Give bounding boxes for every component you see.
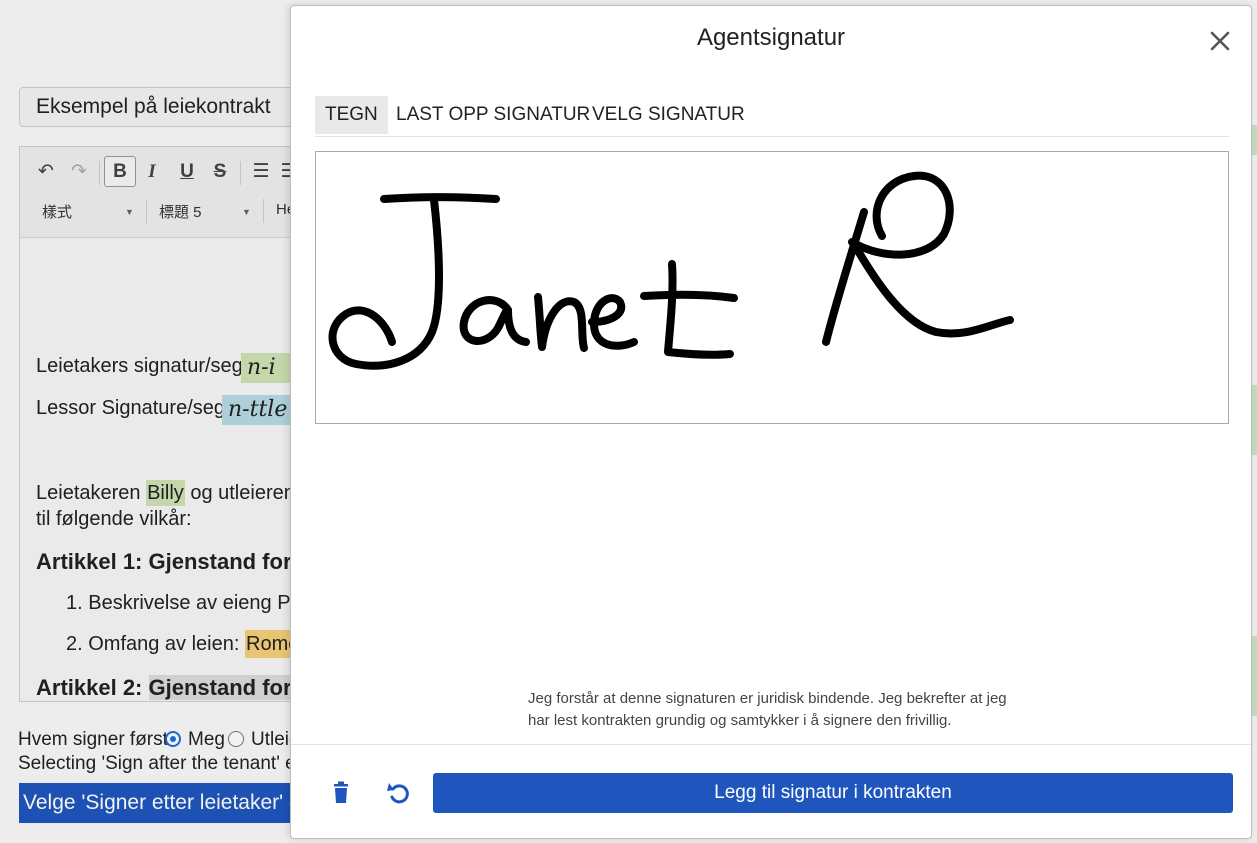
tab-draw[interactable]: TEGN [315,96,388,134]
signature-method-tabs: TEGN LAST OPP SIGNATUR VELG SIGNATUR [315,96,1229,137]
agent-signature-dialog: Agentsignatur TEGN LAST OPP SIGNATUR VEL… [290,5,1252,839]
legal-disclaimer: Jeg forstår at denne signaturen er jurid… [528,688,1048,732]
signature-drawing-canvas[interactable] [315,151,1229,424]
trash-icon[interactable] [326,778,356,808]
drawn-signature [328,171,1014,370]
footer-divider [291,744,1251,745]
disclaimer-line-2: har lest kontrakten grundig og samtykker… [528,712,952,729]
undo-icon[interactable] [384,778,414,808]
disclaimer-line-1: Jeg forstår at denne signaturen er jurid… [528,690,1007,707]
tab-upload-signature[interactable]: LAST OPP SIGNATUR [386,96,600,134]
add-signature-to-contract-button[interactable]: Legg til signatur i kontrakten [433,773,1233,813]
close-icon[interactable] [1205,26,1235,56]
tab-choose-signature[interactable]: VELG SIGNATUR [582,96,755,134]
dialog-title: Agentsignatur [696,24,846,51]
